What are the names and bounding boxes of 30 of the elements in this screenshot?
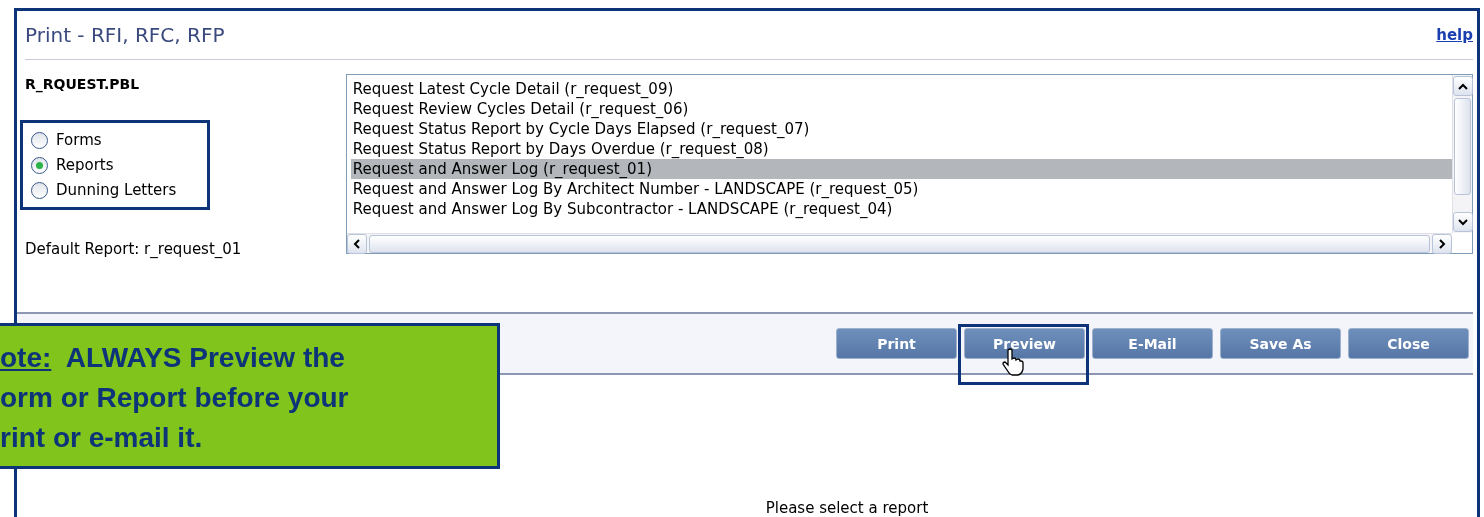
report-list-item[interactable]: Request Status Report by Cycle Days Elapsed (r_request_07) xyxy=(350,119,1452,139)
preview-message: Please select a report xyxy=(765,499,929,517)
dialog-button[interactable]: Preview xyxy=(964,328,1085,359)
radio-button[interactable] xyxy=(31,181,48,199)
radio-button[interactable] xyxy=(31,156,48,174)
help-link[interactable]: help xyxy=(1436,26,1473,44)
radio-button[interactable] xyxy=(31,131,48,149)
dialog-button[interactable]: Print xyxy=(836,328,957,359)
arrow-right-icon xyxy=(1438,238,1446,249)
vertical-scrollbar[interactable] xyxy=(1452,75,1472,233)
arrow-up-icon xyxy=(1458,82,1468,90)
window-title: Print - RFI, RFC, RFP xyxy=(25,23,225,47)
report-list-item[interactable]: Request and Answer Log (r_request_01) xyxy=(350,159,1452,179)
arrow-left-icon xyxy=(353,238,361,249)
note-text: ote: ALWAYS Preview the orm or Report before your rint or e-mail it. xyxy=(0,341,350,455)
dialog-button[interactable]: Save As xyxy=(1220,328,1341,359)
dialog-button[interactable]: E-Mail xyxy=(1092,328,1213,359)
library-name: R_RQUEST.PBL xyxy=(25,76,141,92)
report-list-item[interactable]: Request Latest Cycle Detail (r_request_09) xyxy=(350,79,1452,99)
report-list-item[interactable]: Request Review Cycles Detail (r_request_06) xyxy=(350,99,1452,119)
arrow-down-icon xyxy=(1458,218,1468,226)
horizontal-scrollbar[interactable] xyxy=(346,233,1452,253)
radio-label: Reports xyxy=(56,156,114,174)
report-list-item[interactable]: Request Status Report by Days Overdue (r_request_08) xyxy=(350,139,1452,159)
radio-label: Dunning Letters xyxy=(56,181,177,199)
default-report-label: Default Report: r_request_01 xyxy=(25,240,243,258)
report-list-item[interactable]: Request and Answer Log By Subcontractor - LANDSCAPE (r_request_04) xyxy=(350,199,1452,219)
radio-label: Forms xyxy=(56,131,102,149)
dialog-button[interactable]: Close xyxy=(1348,328,1469,359)
report-list-item[interactable]: Request and Answer Log By Architect Number - LANDSCAPE (r_request_05) xyxy=(350,179,1452,199)
